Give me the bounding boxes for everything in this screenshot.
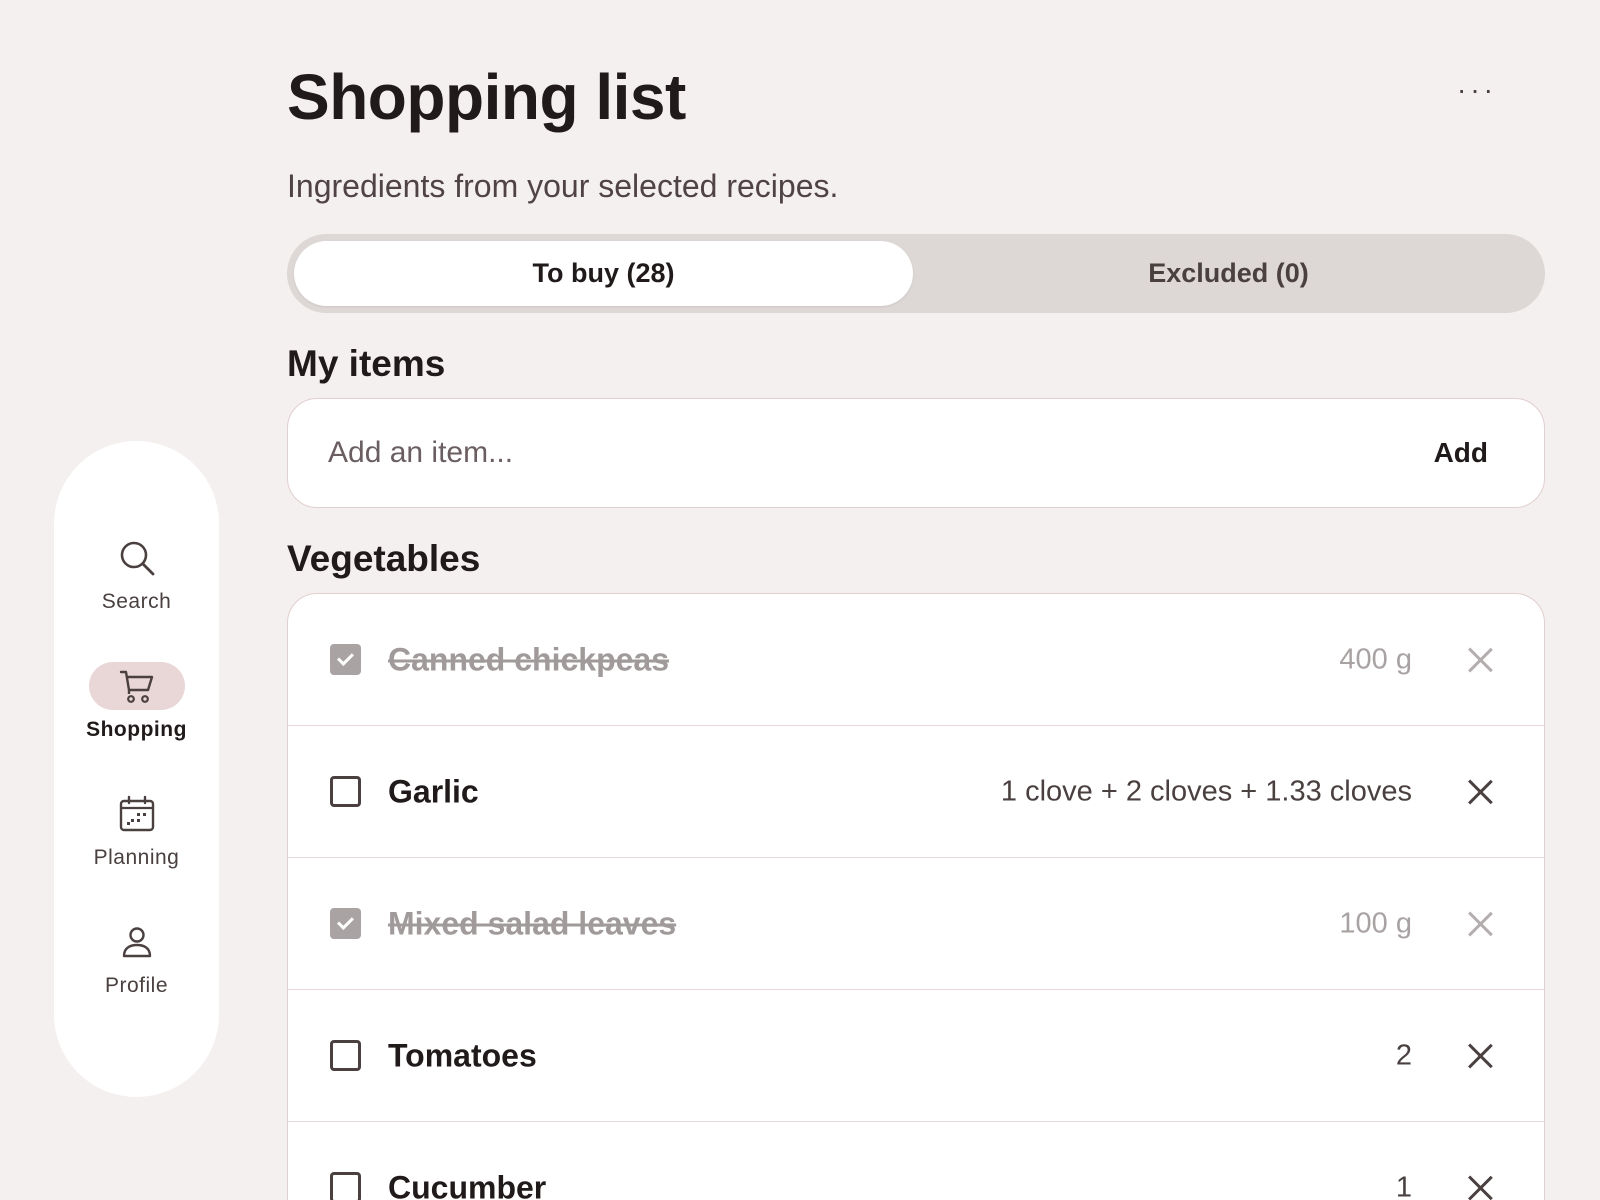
item-quantity: 1: [1395, 1171, 1412, 1200]
item-name: Garlic: [388, 773, 479, 809]
item-checkbox[interactable]: [330, 775, 361, 807]
nav-label-search: Search: [101, 590, 172, 613]
tab-excluded[interactable]: Excluded (0): [919, 241, 1538, 306]
list-item: Canned chickpeas 400 g: [288, 594, 1544, 726]
item-checkbox[interactable]: [330, 1039, 361, 1071]
item-quantity: 100 g: [1339, 907, 1412, 939]
list-item: Mixed salad leaves 100 g: [288, 858, 1544, 990]
item-name: Cucumber: [388, 1169, 547, 1200]
my-items-heading: My items: [287, 343, 446, 384]
vegetables-heading: Vegetables: [287, 538, 481, 579]
person-icon: [120, 925, 154, 959]
remove-item-icon[interactable]: [1466, 778, 1494, 806]
list-item: Tomatoes 2: [288, 990, 1544, 1122]
side-navigation: Search Shopping Planning Profile: [54, 441, 219, 1097]
item-checkbox[interactable]: [330, 1171, 361, 1200]
item-name: Canned chickpeas: [388, 641, 669, 677]
list-tabs: To buy (28) Excluded (0): [287, 234, 1545, 313]
add-item-button[interactable]: Add: [1434, 399, 1488, 507]
nav-label-shopping: Shopping: [86, 718, 187, 741]
calendar-icon: [118, 795, 156, 833]
cart-icon: [119, 668, 155, 704]
item-name: Mixed salad leaves: [388, 905, 677, 941]
remove-item-icon[interactable]: [1466, 910, 1494, 938]
more-options-button[interactable]: ···: [1452, 72, 1502, 108]
nav-item-search[interactable]: Search: [54, 534, 219, 614]
list-item: Cucumber 1: [288, 1122, 1544, 1200]
remove-item-icon[interactable]: [1466, 1042, 1494, 1070]
list-item: Garlic 1 clove + 2 cloves + 1.33 cloves: [288, 726, 1544, 858]
remove-item-icon[interactable]: [1466, 1174, 1494, 1200]
nav-pill-search: [89, 534, 185, 582]
nav-pill-profile: [89, 918, 185, 966]
shopping-list-page: Search Shopping Planning Profile Shoppin…: [0, 0, 1600, 1200]
item-checkbox[interactable]: [330, 643, 361, 675]
nav-pill-shopping: [88, 662, 185, 710]
add-item-box: Add: [287, 398, 1545, 508]
vegetables-list: Canned chickpeas 400 g Garlic 1 clove + …: [287, 593, 1545, 1200]
nav-pill-planning: [89, 790, 185, 838]
page-subtitle: Ingredients from your selected recipes.: [287, 168, 839, 204]
remove-item-icon[interactable]: [1466, 646, 1494, 674]
nav-item-planning[interactable]: Planning: [54, 790, 219, 870]
item-quantity: 1 clove + 2 cloves + 1.33 cloves: [1000, 775, 1412, 807]
item-quantity: 2: [1395, 1039, 1412, 1071]
nav-label-planning: Planning: [93, 846, 180, 869]
search-icon: [117, 538, 157, 578]
nav-label-profile: Profile: [104, 974, 169, 997]
tab-to-buy[interactable]: To buy (28): [294, 241, 913, 306]
page-title: Shopping list: [287, 61, 686, 133]
nav-item-profile[interactable]: Profile: [54, 918, 219, 998]
nav-item-shopping[interactable]: Shopping: [54, 662, 219, 742]
add-item-input[interactable]: [328, 399, 1328, 507]
item-checkbox[interactable]: [330, 907, 361, 939]
item-name: Tomatoes: [388, 1037, 537, 1073]
item-quantity: 400 g: [1339, 643, 1412, 675]
